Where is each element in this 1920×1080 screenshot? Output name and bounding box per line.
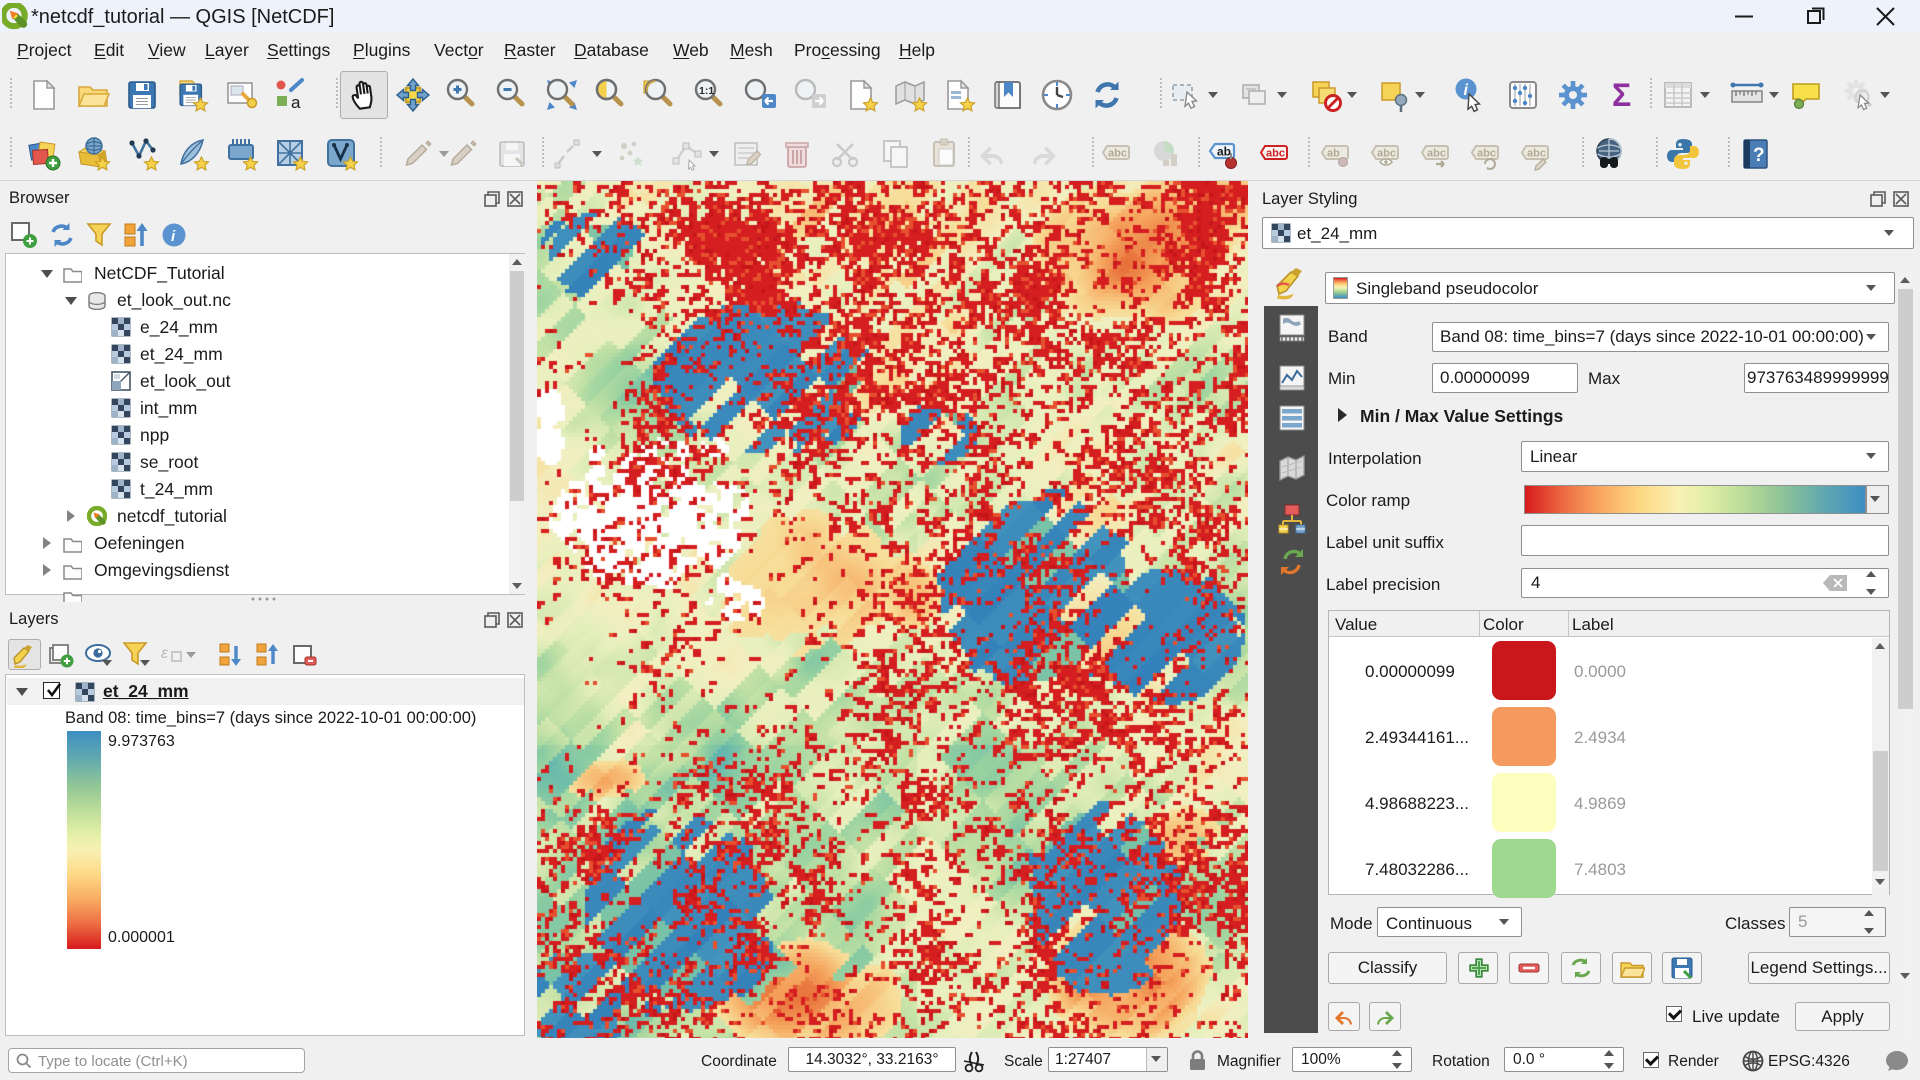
svg-text:?: ? (1753, 145, 1765, 166)
svg-text:ab: ab (1217, 145, 1231, 159)
svg-text:abc: abc (1108, 148, 1127, 160)
svg-text:abc: abc (1377, 148, 1396, 160)
svg-text:i: i (1464, 82, 1469, 99)
svg-text:a: a (291, 93, 301, 112)
svg-text:abc: abc (1477, 148, 1496, 160)
svg-text:Σ: Σ (1612, 77, 1631, 113)
svg-text:ab: ab (1327, 148, 1340, 160)
svg-text:abc: abc (1266, 148, 1285, 160)
svg-text:ε: ε (161, 645, 169, 662)
svg-text:abc: abc (1527, 148, 1546, 160)
svg-text:1:1: 1:1 (699, 85, 714, 97)
svg-text:abc: abc (1427, 148, 1446, 160)
